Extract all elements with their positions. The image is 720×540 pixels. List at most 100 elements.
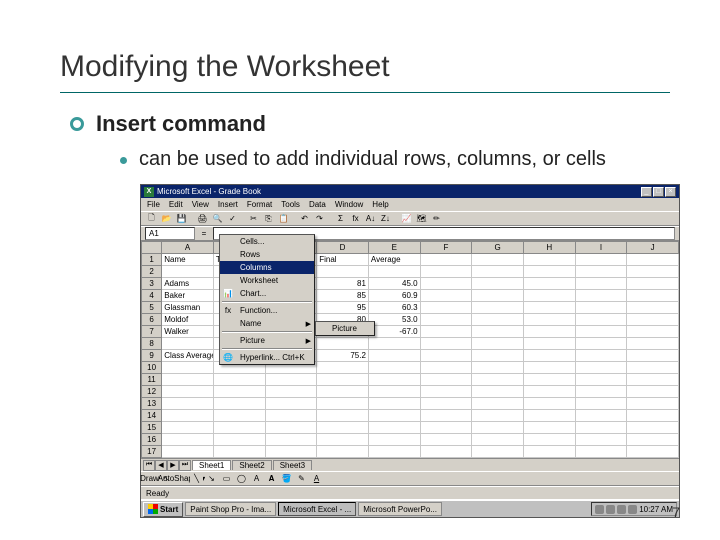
tab-nav-last-icon[interactable]: ⏭ <box>179 460 191 471</box>
row-header[interactable]: 8 <box>142 338 162 350</box>
col-header[interactable]: H <box>523 242 575 254</box>
linecolor-icon[interactable]: ✎ <box>295 472 308 485</box>
sheet-tab[interactable]: Sheet1 <box>192 460 231 470</box>
cut-icon[interactable]: ✂ <box>247 212 260 225</box>
menu-item-hyperlink[interactable]: 🌐Hyperlink... Ctrl+K <box>220 351 314 364</box>
sheet-tab[interactable]: Sheet2 <box>232 460 271 470</box>
titlebar: X Microsoft Excel - Grade Book _ □ × <box>141 185 679 198</box>
taskbar-app[interactable]: Microsoft PowerPo... <box>358 502 442 516</box>
paste-icon[interactable]: 📋 <box>277 212 290 225</box>
tab-nav-first-icon[interactable]: ⏮ <box>143 460 155 471</box>
row-header[interactable]: 7 <box>142 326 162 338</box>
name-box[interactable]: A1 <box>145 227 195 240</box>
menu-insert[interactable]: Insert <box>218 200 238 209</box>
minimize-button[interactable]: _ <box>641 187 652 197</box>
save-icon[interactable]: 💾 <box>175 212 188 225</box>
oval-icon[interactable]: ◯ <box>235 472 248 485</box>
line-icon[interactable]: ╲ <box>190 472 203 485</box>
autoshapes[interactable]: AutoShapes▾ <box>175 472 188 485</box>
row-header[interactable]: 1 <box>142 254 162 266</box>
tray-icon[interactable] <box>595 505 604 514</box>
menu-view[interactable]: View <box>192 200 209 209</box>
drawing-icon[interactable]: ✏ <box>430 212 443 225</box>
row-header[interactable]: 14 <box>142 410 162 422</box>
menu-help[interactable]: Help <box>372 200 388 209</box>
chartwiz-icon[interactable]: 📈 <box>400 212 413 225</box>
windows-flag-icon <box>148 504 158 514</box>
menu-data[interactable]: Data <box>309 200 326 209</box>
menu-item-chart[interactable]: 📊Chart... <box>220 287 314 300</box>
fontcolor-icon[interactable]: A <box>310 472 323 485</box>
menu-item-columns[interactable]: Columns <box>220 261 314 274</box>
row-header[interactable]: 6 <box>142 314 162 326</box>
select-all[interactable] <box>142 242 162 254</box>
submenu-item[interactable]: Picture <box>316 322 374 335</box>
maximize-button[interactable]: □ <box>653 187 664 197</box>
tab-nav-next-icon[interactable]: ▶ <box>167 460 179 471</box>
col-header[interactable]: F <box>420 242 472 254</box>
menu-tools[interactable]: Tools <box>281 200 300 209</box>
copy-icon[interactable]: ⎘ <box>262 212 275 225</box>
col-header[interactable]: D <box>317 242 369 254</box>
start-button[interactable]: Start <box>143 502 183 517</box>
redo-icon[interactable]: ↷ <box>313 212 326 225</box>
sheet-tab[interactable]: Sheet3 <box>273 460 312 470</box>
dot-bullet-icon <box>120 157 127 164</box>
tray-icon[interactable] <box>606 505 615 514</box>
col-header[interactable]: G <box>472 242 524 254</box>
col-header[interactable]: J <box>627 242 679 254</box>
col-header[interactable]: I <box>575 242 627 254</box>
menu-item-name[interactable]: Name▶ <box>220 317 314 330</box>
col-header[interactable]: A <box>162 242 214 254</box>
row-header[interactable]: 11 <box>142 374 162 386</box>
sort-desc-icon[interactable]: Z↓ <box>379 212 392 225</box>
row-header[interactable]: 15 <box>142 422 162 434</box>
draw-menu[interactable]: Draw▾ <box>145 472 158 485</box>
wordart-icon[interactable]: 𝐀 <box>265 472 278 485</box>
row-header[interactable]: 5 <box>142 302 162 314</box>
tab-nav-prev-icon[interactable]: ◀ <box>155 460 167 471</box>
tray-icon[interactable] <box>617 505 626 514</box>
arrow-icon[interactable]: ↘ <box>205 472 218 485</box>
map-icon[interactable]: 🗺 <box>415 212 428 225</box>
menu-file[interactable]: File <box>147 200 160 209</box>
row-header[interactable]: 12 <box>142 386 162 398</box>
rect-icon[interactable]: ▭ <box>220 472 233 485</box>
row-header[interactable]: 2 <box>142 266 162 278</box>
open-icon[interactable]: 📂 <box>160 212 173 225</box>
row-header[interactable]: 10 <box>142 362 162 374</box>
textbox-icon[interactable]: A <box>250 472 263 485</box>
new-icon[interactable]: 🗋 <box>145 212 158 225</box>
row-header[interactable]: 13 <box>142 398 162 410</box>
row-header[interactable]: 17 <box>142 446 162 458</box>
windows-taskbar: Start Paint Shop Pro - Ima... Microsoft … <box>141 499 679 517</box>
level2-text: can be used to add individual rows, colu… <box>139 147 606 172</box>
row-header[interactable]: 4 <box>142 290 162 302</box>
fx-button-icon[interactable]: fx <box>349 212 362 225</box>
menu-format[interactable]: Format <box>247 200 272 209</box>
row-header[interactable]: 16 <box>142 434 162 446</box>
taskbar-app[interactable]: Paint Shop Pro - Ima... <box>185 502 276 516</box>
spell-icon[interactable]: ✓ <box>226 212 239 225</box>
menu-item-rows[interactable]: Rows <box>220 248 314 261</box>
chart-icon: 📊 <box>222 288 234 300</box>
menu-item-function[interactable]: fxFunction... <box>220 304 314 317</box>
menu-edit[interactable]: Edit <box>169 200 183 209</box>
print-icon[interactable]: 🖨 <box>196 212 209 225</box>
taskbar-app[interactable]: Microsoft Excel - ... <box>278 502 356 516</box>
tray-icon[interactable] <box>628 505 637 514</box>
sort-asc-icon[interactable]: A↓ <box>364 212 377 225</box>
close-button[interactable]: × <box>665 187 676 197</box>
menu-item-cells[interactable]: Cells... <box>220 235 314 248</box>
menu-item-worksheet[interactable]: Worksheet <box>220 274 314 287</box>
sheet-tabs: ⏮ ◀ ▶ ⏭ Sheet1 Sheet2 Sheet3 <box>141 458 679 471</box>
undo-icon[interactable]: ↶ <box>298 212 311 225</box>
sum-icon[interactable]: Σ <box>334 212 347 225</box>
col-header[interactable]: E <box>368 242 420 254</box>
menu-window[interactable]: Window <box>335 200 363 209</box>
row-header[interactable]: 3 <box>142 278 162 290</box>
row-header[interactable]: 9 <box>142 350 162 362</box>
preview-icon[interactable]: 🔍 <box>211 212 224 225</box>
fill-icon[interactable]: 🪣 <box>280 472 293 485</box>
menu-item-picture[interactable]: Picture▶ <box>220 334 314 347</box>
